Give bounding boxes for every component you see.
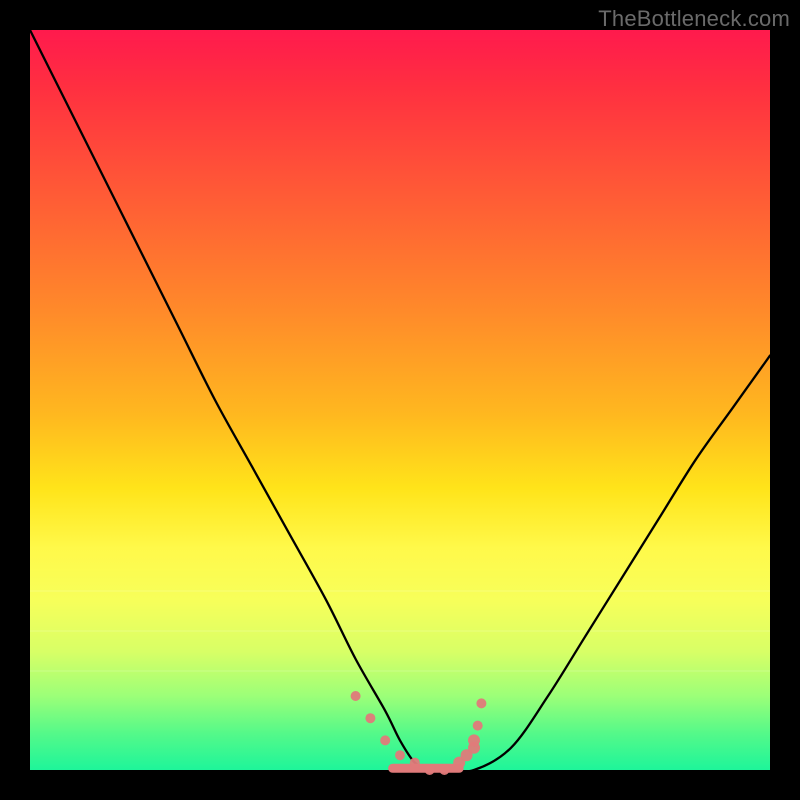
marker-point	[425, 765, 435, 775]
plot-area	[30, 30, 770, 770]
watermark-text: TheBottleneck.com	[598, 6, 790, 32]
marker-point	[439, 765, 449, 775]
marker-point	[473, 721, 483, 731]
marker-point	[365, 713, 375, 723]
outer-frame: TheBottleneck.com	[0, 0, 800, 800]
marker-point	[476, 698, 486, 708]
bottleneck-curve	[30, 30, 770, 772]
marker-point	[380, 735, 390, 745]
highlight-markers	[351, 691, 487, 775]
marker-point	[410, 758, 420, 768]
marker-point	[351, 691, 361, 701]
marker-point	[468, 734, 480, 746]
chart-svg	[30, 30, 770, 770]
marker-point	[395, 750, 405, 760]
